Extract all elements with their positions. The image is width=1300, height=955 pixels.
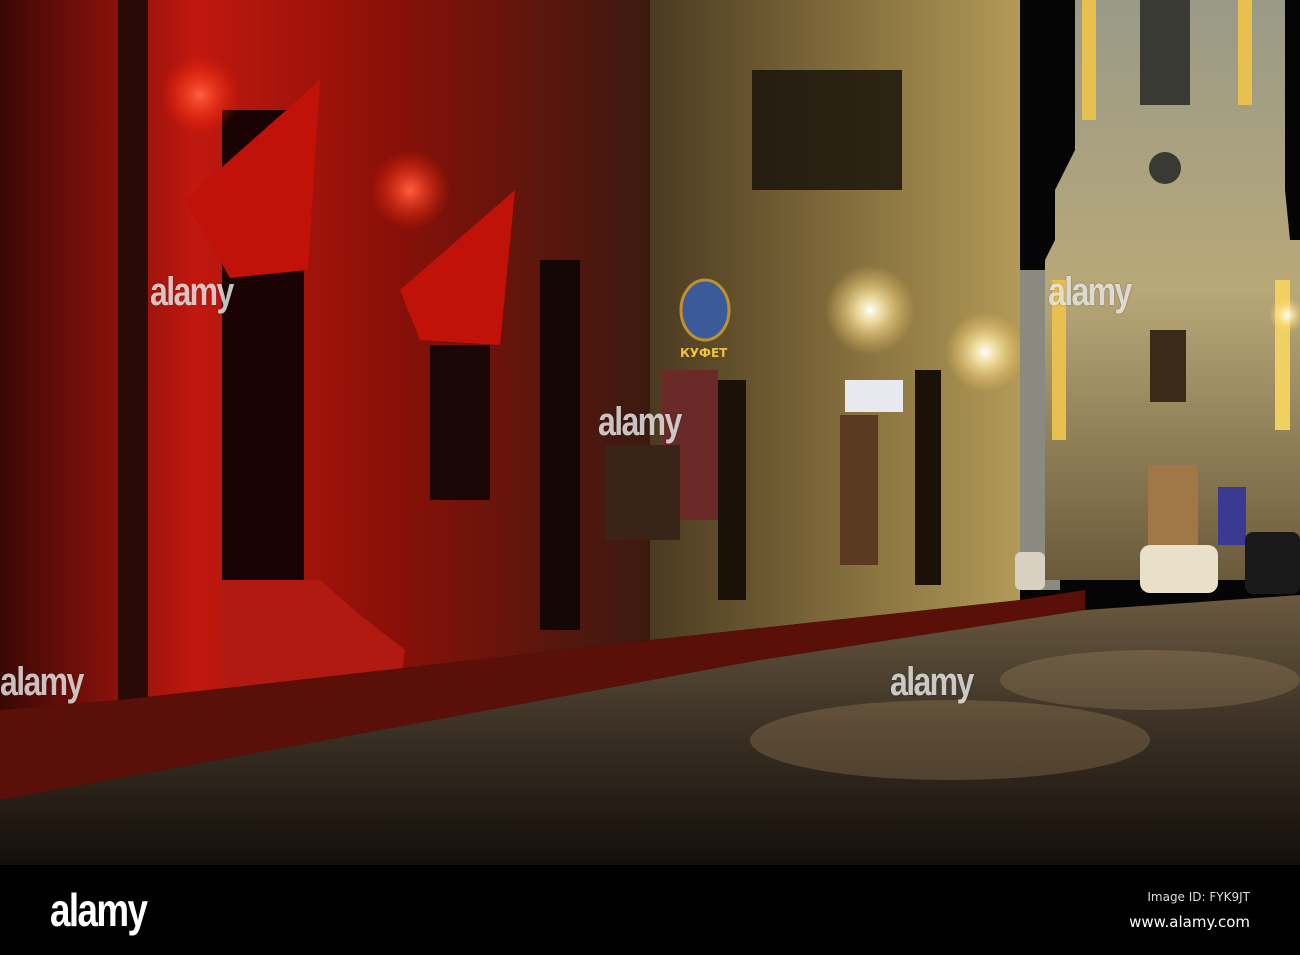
- shop-sign-text: КУФЕТ: [680, 346, 728, 360]
- drainpipe: [118, 0, 148, 700]
- tower-window: [1140, 0, 1190, 105]
- church-banner: [1218, 487, 1246, 545]
- street-reflection: [1000, 650, 1300, 710]
- church-window: [1150, 330, 1186, 402]
- photo-frame: КУФЕТ alamy alamy alamy alamy alamy alam…: [0, 0, 1300, 955]
- watermark-text: alamy: [0, 660, 84, 704]
- street-reflection: [750, 700, 1150, 780]
- tower-light-strip: [1082, 0, 1096, 120]
- barred-window: [430, 345, 490, 500]
- footer-bar: alamy Image ID: FYK9JT www.alamy.com: [0, 865, 1300, 955]
- red-lamp-glow: [370, 150, 450, 230]
- image-id: Image ID: FYK9JT: [1147, 890, 1250, 904]
- wall-lamp-glow: [945, 312, 1025, 392]
- watermark-text: alamy: [598, 400, 682, 444]
- shop-door: [718, 380, 746, 600]
- round-window: [1149, 152, 1181, 184]
- balcony: [752, 70, 902, 190]
- website-link: www.alamy.com: [1129, 913, 1250, 931]
- rolling-shutter: [840, 415, 878, 565]
- parked-car: [1245, 532, 1300, 594]
- watermark-text: alamy: [150, 270, 234, 314]
- watermark-text: alamy: [1048, 270, 1132, 314]
- dark-doorway: [540, 260, 580, 630]
- watermark-text: alamy: [890, 660, 974, 704]
- hanging-sign: [679, 278, 731, 342]
- dark-doorway: [915, 370, 941, 585]
- lit-sign: [845, 380, 903, 412]
- alamy-logo: alamy: [50, 884, 148, 936]
- parked-car: [1140, 545, 1218, 593]
- parked-car: [1015, 552, 1045, 590]
- display-case: [605, 445, 680, 540]
- church-door: [1148, 465, 1198, 550]
- red-lamp-glow: [160, 55, 240, 135]
- wall-lamp-glow: [825, 265, 915, 355]
- tower-light-strip: [1238, 0, 1252, 105]
